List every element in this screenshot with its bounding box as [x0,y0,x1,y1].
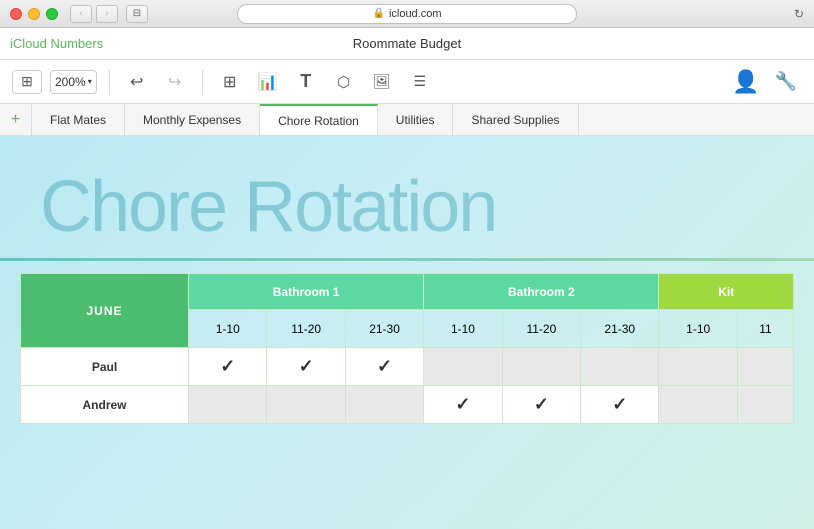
maximize-button[interactable] [46,8,58,20]
sheet-divider [0,258,814,261]
zoom-value: 200% [55,75,86,89]
b1-date1: 1-10 [189,310,267,348]
paul-b2-1[interactable] [424,348,502,386]
month-header: JUNE [21,274,189,348]
media-icon[interactable]: 🖼 [367,67,397,97]
forward-nav-button[interactable]: › [96,5,118,23]
bathroom2-header: Bathroom 2 [424,274,659,310]
app-brand: iCloud Numbers [10,36,103,51]
nav-buttons: ‹ › [70,5,118,23]
paul-kit-2[interactable] [737,348,793,386]
paul-b2-2[interactable] [502,348,580,386]
checkmark-icon: ✓ [455,394,470,414]
b2-date2: 11-20 [502,310,580,348]
toolbar-right: 👤 🔧 [730,66,802,98]
title-bar: ‹ › ⊟ 🔒 icloud.com ↻ [0,0,814,28]
toolbar-divider-1 [109,70,110,94]
paul-b1-1[interactable]: ✓ [189,348,267,386]
traffic-lights [10,8,58,20]
b1-date2: 11-20 [267,310,345,348]
tab-chore-rotation[interactable]: Chore Rotation [260,104,378,135]
shape-icon[interactable]: ⬡ [329,67,359,97]
table-header-row: JUNE Bathroom 1 Bathroom 2 Kit [21,274,794,310]
close-button[interactable] [10,8,22,20]
andrew-kit-2[interactable] [737,386,793,424]
app-brand-name: iCloud [10,36,47,51]
text-icon[interactable]: T [291,67,321,97]
chore-table: JUNE Bathroom 1 Bathroom 2 Kit 1-10 11-2… [20,273,794,424]
tab-shared-supplies-label: Shared Supplies [471,113,559,127]
tabs-bar: + Flat Mates Monthly Expenses Chore Rota… [0,104,814,136]
kit-date2: 11 [737,310,793,348]
back-nav-button[interactable]: ‹ [70,5,92,23]
person-name-paul: Paul [21,348,189,386]
zoom-dropdown-icon: ▾ [88,77,92,86]
tab-monthly-expenses-label: Monthly Expenses [143,113,241,127]
sheet-content: Chore Rotation JUNE Bathroom 1 Bathroom … [0,136,814,529]
sheet-heading: Chore Rotation [0,136,814,258]
zoom-control[interactable]: 200% ▾ [50,70,97,94]
checkmark-icon: ✓ [534,394,549,414]
table-row: Andrew ✓ ✓ ✓ [21,386,794,424]
b2-date3: 21-30 [581,310,659,348]
checkmark-icon: ✓ [220,356,235,376]
andrew-b1-2[interactable] [267,386,345,424]
andrew-kit-1[interactable] [659,386,737,424]
table-icon[interactable]: ⊞ [215,67,245,97]
checkmark-icon: ✓ [299,356,314,376]
redo-button[interactable]: ↪ [160,67,190,97]
sidebar-toggle-icon[interactable]: ⊟ [126,5,148,23]
comment-icon[interactable]: ☰ [405,67,435,97]
chart-icon[interactable]: 📊 [253,67,283,97]
address-bar[interactable]: 🔒 icloud.com [237,4,577,24]
b1-date3: 21-30 [345,310,423,348]
url-text: icloud.com [389,8,442,20]
checkmark-icon: ✓ [377,356,392,376]
toolbar-divider-2 [202,70,203,94]
user-account-button[interactable]: 👤 [730,66,762,98]
paul-b1-2[interactable]: ✓ [267,348,345,386]
kit-date1: 1-10 [659,310,737,348]
app-product-name: Numbers [50,36,103,51]
window-sidebar-button[interactable]: ⊟ [126,5,148,23]
andrew-b2-2[interactable]: ✓ [502,386,580,424]
paul-b1-3[interactable]: ✓ [345,348,423,386]
tab-flat-mates-label: Flat Mates [50,113,106,127]
tab-flat-mates[interactable]: Flat Mates [32,104,125,135]
lock-icon: 🔒 [372,8,384,19]
bathroom1-header: Bathroom 1 [189,274,424,310]
document-title: Roommate Budget [353,36,461,51]
andrew-b1-1[interactable] [189,386,267,424]
andrew-b2-1[interactable]: ✓ [424,386,502,424]
checkmark-icon: ✓ [612,394,627,414]
table-row: Paul ✓ ✓ ✓ [21,348,794,386]
add-sheet-button[interactable]: + [0,104,32,135]
tab-utilities-label: Utilities [396,113,435,127]
undo-button[interactable]: ↩ [122,67,152,97]
paul-b2-3[interactable] [581,348,659,386]
kitchen-header: Kit [659,274,794,310]
person-name-andrew: Andrew [21,386,189,424]
refresh-button[interactable]: ↻ [794,7,804,21]
tab-monthly-expenses[interactable]: Monthly Expenses [125,104,260,135]
tab-chore-rotation-label: Chore Rotation [278,114,359,128]
andrew-b1-3[interactable] [345,386,423,424]
andrew-b2-3[interactable]: ✓ [581,386,659,424]
paul-kit-1[interactable] [659,348,737,386]
sheet-view-button[interactable]: ⊞ [12,70,42,94]
b2-date1: 1-10 [424,310,502,348]
tab-utilities[interactable]: Utilities [378,104,454,135]
minimize-button[interactable] [28,8,40,20]
toolbar: ⊞ 200% ▾ ↩ ↪ ⊞ 📊 T ⬡ 🖼 ☰ 👤 🔧 [0,60,814,104]
tab-shared-supplies[interactable]: Shared Supplies [453,104,578,135]
app-header: iCloud Numbers Roommate Budget [0,28,814,60]
settings-button[interactable]: 🔧 [770,66,802,98]
